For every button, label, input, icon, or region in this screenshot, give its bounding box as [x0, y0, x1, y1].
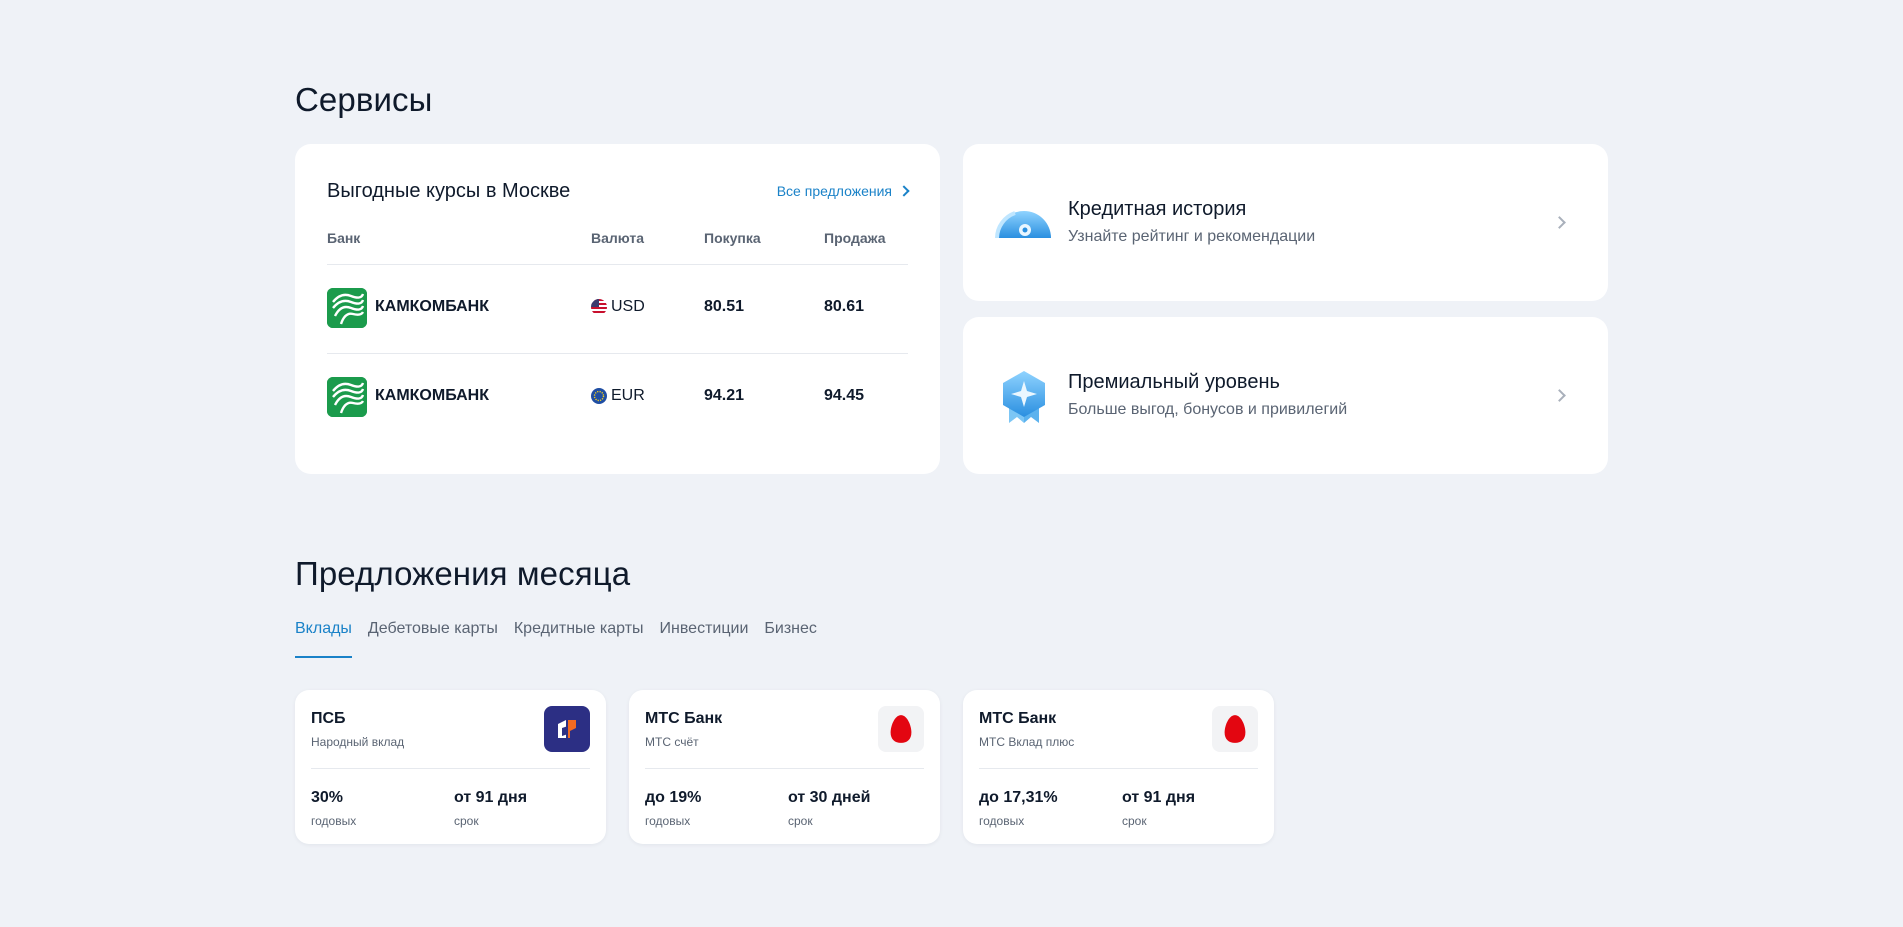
currency-code: USD [611, 298, 645, 315]
divider [311, 768, 590, 769]
mts-egg-logo-icon [878, 706, 924, 752]
divider [979, 768, 1258, 769]
credit-history-card[interactable]: Кредитная история Узнайте рейтинг и реко… [963, 144, 1608, 301]
rates-title: Выгодные курсы в Москве [327, 180, 571, 202]
rates-header: Выгодные курсы в Москве Все предложения [327, 180, 910, 206]
currency: USD [591, 298, 645, 316]
all-offers-link[interactable]: Все предложения [776, 183, 910, 199]
tab-business[interactable]: Бизнес [764, 620, 817, 658]
tab-investments[interactable]: Инвестиции [660, 620, 749, 658]
chevron-right-icon [898, 185, 910, 197]
us-flag-icon [591, 299, 607, 315]
offer-bank: МТС Банк [979, 710, 1057, 727]
offer-card[interactable]: МТС Банк МТС счёт до 19% годовых от 30 д… [629, 690, 940, 844]
col-buy: Покупка [704, 230, 761, 246]
kamkombank-logo-icon [327, 288, 367, 328]
tab-deposits[interactable]: Вклады [295, 620, 352, 658]
chevron-right-icon [1553, 216, 1566, 229]
currency: EUR [591, 387, 645, 405]
buy-rate: 94.21 [704, 387, 745, 404]
offer-term-label: срок [454, 814, 479, 828]
premium-level-card[interactable]: Премиальный уровень Больше выгод, бонусо… [963, 317, 1608, 474]
currency-code: EUR [611, 387, 645, 404]
offers-title: Предложения месяца [295, 555, 631, 592]
credit-history-subtitle: Узнайте рейтинг и рекомендации [1068, 228, 1316, 245]
offer-card[interactable]: ПСБ Народный вклад 30% годовых от 91 дня… [295, 690, 606, 844]
premium-badge-icon [995, 367, 1053, 425]
offer-rate-label: годовых [979, 814, 1025, 828]
offer-rate-label: годовых [311, 814, 357, 828]
chevron-right-icon [1553, 389, 1566, 402]
rates-table-header: Банк Валюта Покупка Продажа [327, 230, 908, 248]
offer-bank: МТС Банк [645, 710, 723, 727]
sell-rate: 94.45 [824, 387, 865, 404]
tab-debit-cards[interactable]: Дебетовые карты [368, 620, 498, 658]
exchange-rates-card: Выгодные курсы в Москве Все предложения … [295, 144, 940, 474]
offer-product: Народный вклад [311, 735, 405, 749]
offer-term: от 91 дня [454, 789, 528, 806]
table-row[interactable]: КАМКОМБАНК EUR 94.21 94.45 [327, 353, 908, 442]
col-sell: Продажа [824, 230, 886, 246]
offer-rate: до 17,31% [979, 789, 1058, 806]
all-offers-label: Все предложения [776, 183, 892, 199]
offer-rate: до 19% [645, 789, 702, 806]
eu-flag-icon [591, 388, 607, 404]
offers-tabs: Вклады Дебетовые карты Кредитные карты И… [295, 620, 817, 658]
offer-product: МТС счёт [645, 735, 699, 749]
speedometer-icon [995, 194, 1053, 252]
offer-card[interactable]: МТС Банк МТС Вклад плюс до 17,31% годовы… [963, 690, 1274, 844]
bank-name: КАМКОМБАНК [375, 298, 489, 315]
buy-rate: 80.51 [704, 298, 745, 315]
sell-rate: 80.61 [824, 298, 865, 315]
offer-bank: ПСБ [311, 710, 346, 727]
offer-rate-label: годовых [645, 814, 691, 828]
services-title: Сервисы [295, 81, 433, 118]
col-currency: Валюта [591, 230, 645, 246]
offer-term-label: срок [1122, 814, 1147, 828]
kamkombank-logo-icon [327, 377, 367, 417]
credit-history-title: Кредитная история [1068, 198, 1247, 220]
offer-rate: 30% [311, 789, 344, 806]
premium-level-title: Премиальный уровень [1068, 371, 1280, 393]
offer-term: от 91 дня [1122, 789, 1196, 806]
col-bank: Банк [327, 230, 361, 246]
bank-name: КАМКОМБАНК [375, 387, 489, 404]
tab-credit-cards[interactable]: Кредитные карты [514, 620, 644, 658]
offer-product: МТС Вклад плюс [979, 735, 1075, 749]
psb-logo-icon [544, 706, 590, 752]
offer-term-label: срок [788, 814, 813, 828]
divider [645, 768, 924, 769]
table-row[interactable]: КАМКОМБАНК USD 80.51 80.61 [327, 264, 908, 353]
offer-term: от 30 дней [788, 789, 871, 806]
mts-egg-logo-icon [1212, 706, 1258, 752]
premium-level-subtitle: Больше выгод, бонусов и привилегий [1068, 401, 1348, 418]
